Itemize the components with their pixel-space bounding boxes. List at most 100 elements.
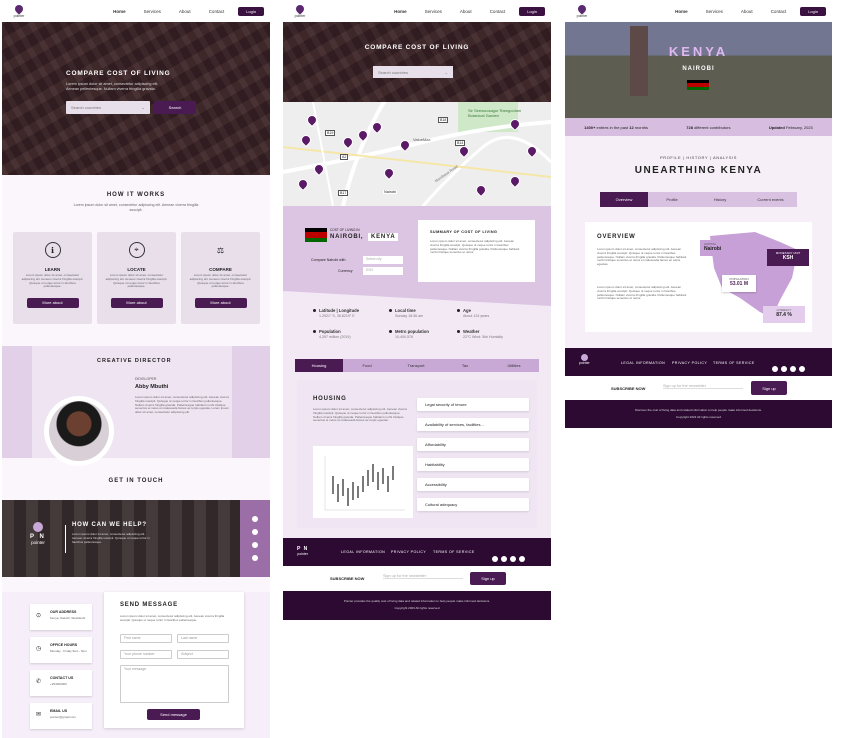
last-name-field[interactable]: Last name [177,634,229,643]
subject-field[interactable]: Subject [177,650,229,659]
tab-profile[interactable]: Profile [648,192,696,207]
footer-legal-link[interactable]: LEGAL INFORMATION [621,361,665,365]
housing-item[interactable]: Affordability [417,438,529,451]
overview-title: OVERVIEW [597,234,636,240]
instagram-icon[interactable] [252,529,258,535]
newsletter-input[interactable]: Sign up for the newsletter [663,384,743,389]
housing-item[interactable]: Legal security of tenure [417,398,529,411]
login-button[interactable]: Login [519,6,545,16]
nav-about[interactable]: About [741,9,753,14]
tab-housing[interactable]: Housing [295,359,343,372]
login-button[interactable]: Login [800,6,826,16]
send-title: SEND MESSAGE [120,602,178,608]
footer-logo: P Npointer [297,546,309,556]
footer-privacy-link[interactable]: PRIVACY POLICY [672,361,707,365]
housing-item[interactable]: Availability of services, facilities... [417,418,529,431]
compare-select[interactable]: Select city [363,256,403,264]
nav-home[interactable]: Home [394,9,407,14]
footer-privacy-link[interactable]: PRIVACY POLICY [391,550,426,554]
search-button[interactable]: Search [154,101,196,114]
stat-metro: Metro population 10,400,576 [389,329,429,339]
tab-utilities[interactable]: Utilities [489,359,539,372]
nav-about[interactable]: About [460,9,472,14]
footer-social [489,549,525,567]
literacy-value: 87.4 % [776,312,792,318]
nav-home[interactable]: Home [113,9,126,14]
tab-history[interactable]: History [696,192,744,207]
subscribe-label: SUBSCRIBE NOW [611,386,646,391]
twitter-icon[interactable] [790,366,796,372]
hero-content: COMPARE COST OF LIVING Lorem ipsum dolor… [66,70,216,114]
youtube-icon[interactable] [799,366,805,372]
instagram-icon[interactable] [781,366,787,372]
housing-item[interactable]: Habitability [417,458,529,471]
first-name-field[interactable]: First name [120,634,172,643]
more-about-button[interactable]: More about [26,297,79,308]
stat-value: 10,400,576 [395,335,413,339]
logo[interactable]: pointer [289,2,311,18]
hero-banner: COMPARE COST OF LIVING Search countries ⌄ [283,22,551,102]
page-cost-of-living: pointer Home Services About Contact Logi… [283,0,551,620]
updated-text: February, 2023 [785,124,813,130]
signup-button[interactable]: Sign up [470,572,506,585]
nav-services[interactable]: Services [706,9,723,14]
footer-terms-link[interactable]: TERMS OF SERVICE [713,361,755,365]
search-input[interactable]: Search countries ⌄ [373,66,453,78]
nav-services[interactable]: Services [144,9,161,14]
logo[interactable]: pointer [8,2,30,18]
nav-contact[interactable]: Contact [209,9,225,14]
capital-box: CAPITAL Nairobi [700,240,740,256]
breadcrumb: PROFILE | HISTORY | ANALYSIS [659,155,738,160]
help-banner: P N pointer HOW CAN WE HELP? Lorem ipsum… [2,500,240,577]
tab-overview[interactable]: Overview [600,192,648,207]
housing-item[interactable]: Cultural adequacy [417,498,529,511]
facebook-icon[interactable] [772,366,778,372]
nav-about[interactable]: About [179,9,191,14]
signup-button[interactable]: Sign up [751,381,787,395]
message-field[interactable]: Your message [120,665,229,703]
footer-legal-link[interactable]: LEGAL INFORMATION [341,550,385,554]
director-text: Lorem ipsum dolor sit amet, consectetur … [135,395,229,415]
contact-text: Kenya, Nairobi, Westlands [50,616,86,620]
tab-tax[interactable]: Tax [441,359,489,372]
search-input[interactable]: Search countries ⌄ [66,101,150,114]
road-label: B18 [438,117,449,123]
housing-panel: HOUSING Lorem ipsum dolor sit amet, cons… [297,380,537,528]
currency-select[interactable]: KSH [363,267,403,275]
newsletter-input[interactable]: Sign up for the newsletter [383,574,463,579]
overview-text: Lorem ipsum dolor sit amet, consectetur … [597,247,687,267]
send-message-button[interactable]: Send message [147,709,200,720]
kenya-flag-icon [687,80,709,90]
send-message-form: SEND MESSAGE Lorem ipsum dolor sit amet,… [104,592,244,728]
contact-title: OUR ADDRESS [50,610,77,614]
contributors-stat: 728 different contributors [686,125,730,130]
twitter-icon[interactable] [252,542,258,548]
map[interactable]: Sir Seewoosagur Ramgoolam Botanical Gard… [283,102,551,206]
facebook-icon[interactable] [252,516,258,522]
nav-contact[interactable]: Contact [490,9,506,14]
youtube-icon[interactable] [519,556,525,562]
tab-food[interactable]: Food [343,359,391,372]
road-label: B17 [338,190,349,196]
hero-subtitle: Lorem ipsum dolor sit amet, consectetur … [66,82,159,91]
housing-item[interactable]: Accessibility [417,478,529,491]
nav-contact[interactable]: Contact [771,9,787,14]
entries-count: 1400+ [584,124,596,130]
more-about-button[interactable]: More about [110,297,163,308]
tab-transport[interactable]: Transport [391,359,441,372]
logo[interactable]: pointer [571,2,593,18]
login-button[interactable]: Login [238,6,264,16]
facebook-icon[interactable] [492,556,498,562]
tab-current-events[interactable]: Current events [744,192,797,207]
instagram-icon[interactable] [501,556,507,562]
phone-field[interactable]: Your phone number [120,650,172,659]
contributors-count: 728 [686,124,693,130]
youtube-icon[interactable] [252,555,258,561]
literacy-box: LITERACY 87.4 % [763,306,805,323]
twitter-icon[interactable] [510,556,516,562]
more-about-button[interactable]: More about [194,297,247,308]
nav-home[interactable]: Home [675,9,688,14]
stat-value: 1.2921° S, 36.8219° E [319,314,355,318]
footer-terms-link[interactable]: TERMS OF SERVICE [433,550,475,554]
nav-services[interactable]: Services [425,9,442,14]
